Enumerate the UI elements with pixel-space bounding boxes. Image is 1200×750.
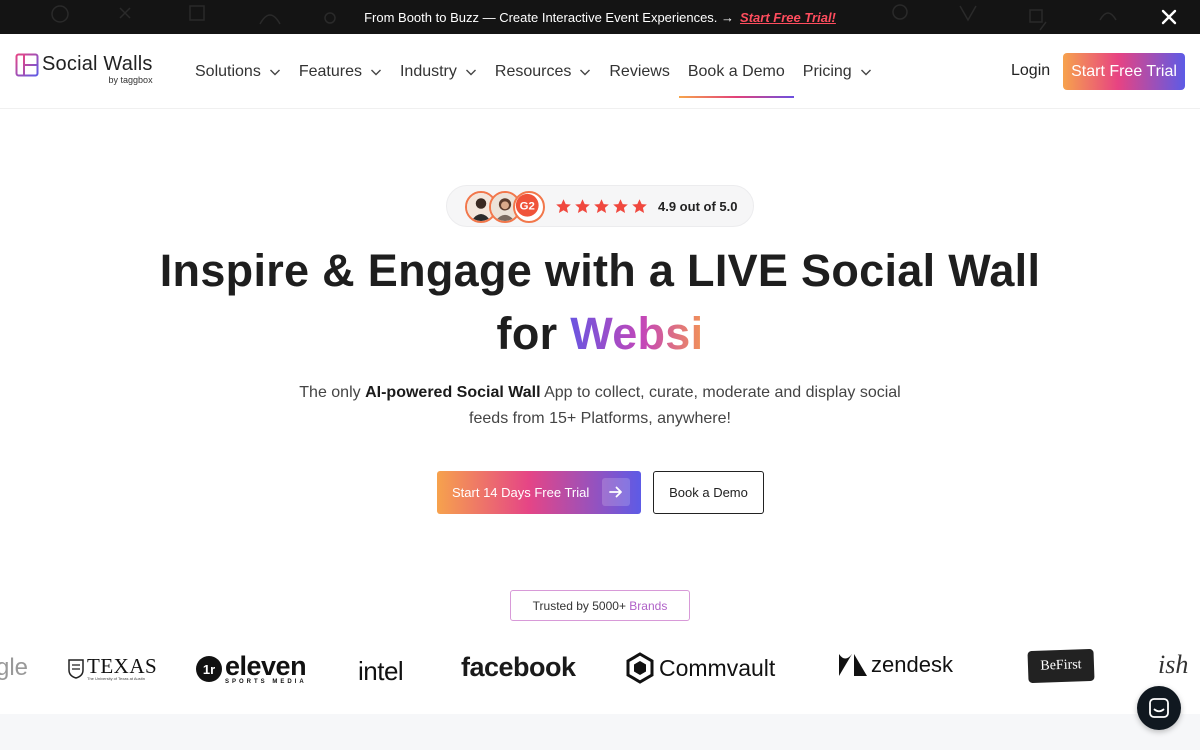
trusted-highlight: Brands (629, 598, 668, 613)
nav-item-book-a-demo[interactable]: Book a Demo (678, 52, 794, 98)
chat-launcher-button[interactable] (1137, 686, 1181, 730)
nav-item-features[interactable]: Features (290, 52, 391, 92)
nav-item-resources[interactable]: Resources (486, 52, 600, 92)
nav-label: Book a Demo (687, 62, 785, 80)
chat-icon (1149, 698, 1169, 718)
partial-brand-logo: ish (1158, 650, 1189, 679)
texas-logo: TEXAS The University of Texas at Austin (68, 656, 157, 681)
social-walls-logo-icon (15, 53, 39, 77)
nav-item-industry[interactable]: Industry (391, 52, 486, 92)
google-logo: gle (0, 654, 29, 681)
star-rating (555, 198, 648, 215)
next-section-background (0, 714, 1200, 750)
eleven-sports-logo: 1r eleven SPORTS MEDIA (195, 653, 307, 685)
rating-text: 4.9 out of 5.0 (658, 198, 738, 214)
svg-text:G2: G2 (520, 201, 535, 213)
chevron-down-icon (370, 69, 381, 75)
eleven-subline: SPORTS MEDIA (225, 679, 307, 685)
commvault-hex-icon (626, 652, 654, 684)
announcement-text: From Booth to Buzz — Create Interactive … (364, 9, 735, 25)
chevron-down-icon (580, 69, 591, 75)
star-icon (594, 198, 609, 213)
nav-label: Solutions (195, 62, 261, 80)
zendesk-icon (839, 654, 867, 676)
eleven-badge-icon: 1r (196, 656, 222, 682)
commvault-wordmark: Commvault (659, 654, 776, 681)
subtext-bold: AI-powered Social Wall (365, 384, 541, 401)
star-icon (613, 198, 628, 213)
subtext-part: The only (299, 384, 361, 401)
trusted-prefix: Trusted by 5000+ (532, 598, 626, 613)
main-nav: Solutions Features Industry Resources Re… (186, 34, 881, 109)
trusted-by-badge: Trusted by 5000+ Brands (510, 590, 690, 621)
zendesk-wordmark: zendesk (871, 652, 953, 677)
announcement-trial-link[interactable]: Start Free Trial! (740, 10, 836, 25)
logo-subtitle: by taggbox (108, 75, 153, 85)
arrow-right-icon (602, 478, 630, 506)
befirst-logo: BeFirst (1027, 648, 1095, 684)
logo-title: Social Walls (42, 53, 153, 75)
hero-subtext-line2: feeds from 15+ Platforms, anywhere! (469, 410, 731, 427)
eleven-wordmark: eleven (225, 651, 307, 681)
login-link[interactable]: Login (1011, 62, 1050, 80)
close-icon[interactable] (1160, 8, 1178, 26)
star-icon (632, 198, 647, 213)
cta-primary-label: Start 14 Days Free Trial (452, 485, 590, 500)
star-icon (575, 198, 590, 213)
nav-item-pricing[interactable]: Pricing (794, 52, 881, 92)
hero-headline-prefix: for (496, 308, 558, 359)
nav-label: Reviews (609, 62, 670, 80)
g2-badge-icon: G2 (513, 191, 545, 223)
intel-logo: intel (358, 656, 404, 686)
texas-wordmark: TEXAS (87, 654, 158, 678)
hero-headline-line1: Inspire & Engage with a LIVE Social Wall (159, 245, 1041, 296)
chevron-down-icon (860, 69, 871, 75)
hero-subtext-line1: The only AI-powered Social Wall App to c… (270, 380, 930, 406)
book-a-demo-button[interactable]: Book a Demo (653, 471, 764, 514)
site-header: Social Walls by taggbox Solutions Featur… (0, 34, 1200, 109)
nav-label: Features (298, 62, 362, 80)
logo[interactable]: Social Walls by taggbox (15, 52, 153, 85)
commvault-logo: Commvault (625, 652, 775, 684)
star-icon (556, 198, 571, 213)
brand-logo-strip: gle TEXAS The University of Texas at Aus… (0, 640, 1200, 700)
zendesk-logo: zendesk (838, 652, 953, 678)
svg-text:1r: 1r (203, 662, 215, 677)
hero-headline-typed-word: Websi (570, 308, 704, 359)
subtext-part: App to collect, curate, moderate and dis… (544, 384, 901, 401)
chevron-down-icon (465, 69, 476, 75)
announcement-bar: From Booth to Buzz — Create Interactive … (0, 0, 1200, 34)
nav-label: Resources (494, 62, 572, 80)
facebook-logo: facebook (461, 652, 576, 682)
nav-item-reviews[interactable]: Reviews (600, 52, 678, 92)
hero-headline-line2: for Websi (0, 308, 1200, 360)
nav-label: Pricing (802, 62, 852, 80)
rating-badge: G2 4.9 out of 5.0 (446, 185, 754, 227)
befirst-wordmark: BeFirst (1040, 657, 1082, 674)
reviewer-avatars: G2 (465, 189, 549, 223)
start-14-day-trial-button[interactable]: Start 14 Days Free Trial (437, 471, 641, 514)
texas-shield-icon (68, 658, 84, 679)
nav-item-solutions[interactable]: Solutions (186, 52, 290, 92)
nav-label: Industry (399, 62, 457, 80)
start-free-trial-button[interactable]: Start Free Trial (1063, 53, 1185, 90)
chevron-down-icon (269, 69, 280, 75)
